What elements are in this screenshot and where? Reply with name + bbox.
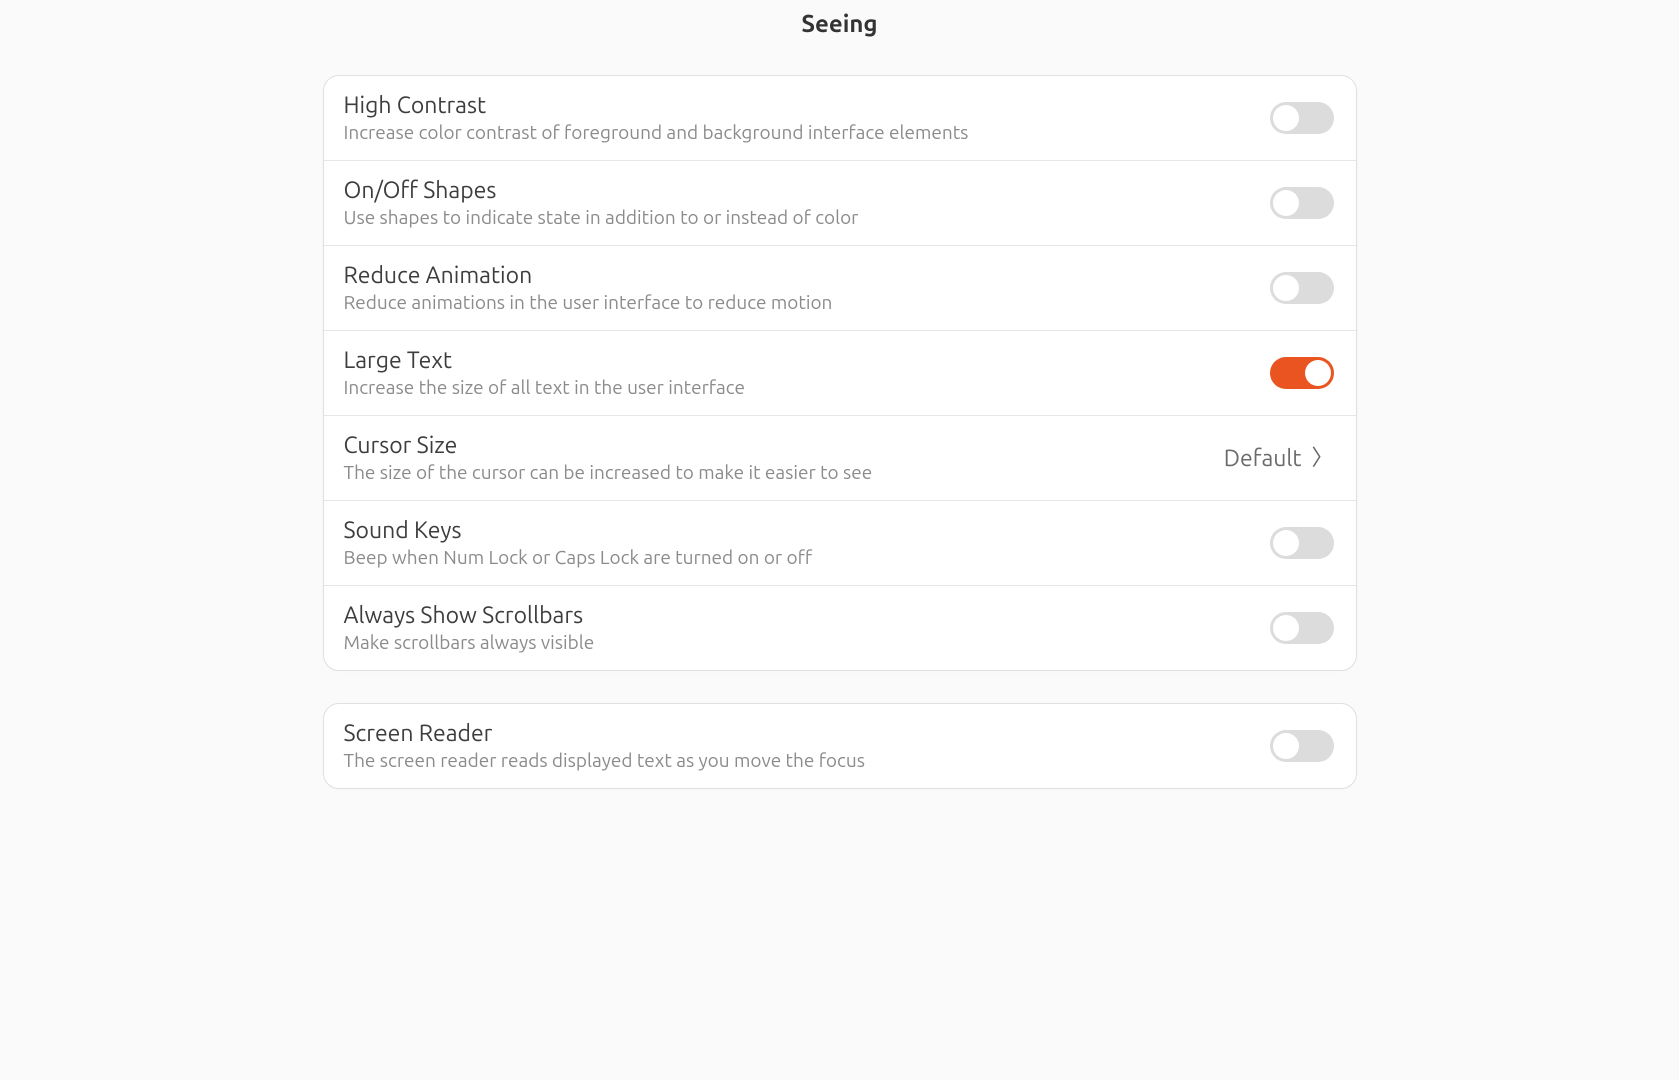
large-text-toggle[interactable] (1270, 357, 1334, 389)
settings-group-screen-reader: Screen Reader The screen reader reads di… (323, 703, 1357, 789)
large-text-row[interactable]: Large Text Increase the size of all text… (324, 331, 1356, 416)
row-text: Large Text Increase the size of all text… (344, 348, 1270, 398)
row-text: Always Show Scrollbars Make scrollbars a… (344, 603, 1270, 653)
row-subtitle: The screen reader reads displayed text a… (344, 749, 1270, 771)
toggle-knob (1273, 733, 1299, 759)
row-text: Cursor Size The size of the cursor can b… (344, 433, 1224, 483)
row-title: On/Off Shapes (344, 178, 1270, 203)
row-title: High Contrast (344, 93, 1270, 118)
row-title: Screen Reader (344, 721, 1270, 746)
row-text: Screen Reader The screen reader reads di… (344, 721, 1270, 771)
row-text: Sound Keys Beep when Num Lock or Caps Lo… (344, 518, 1270, 568)
toggle-knob (1273, 615, 1299, 641)
sound-keys-row[interactable]: Sound Keys Beep when Num Lock or Caps Lo… (324, 501, 1356, 586)
always-show-scrollbars-row[interactable]: Always Show Scrollbars Make scrollbars a… (324, 586, 1356, 670)
row-subtitle: Beep when Num Lock or Caps Lock are turn… (344, 546, 1270, 568)
row-subtitle: Increase color contrast of foreground an… (344, 121, 1270, 143)
row-text: Reduce Animation Reduce animations in th… (344, 263, 1270, 313)
toggle-knob (1273, 275, 1299, 301)
row-text: High Contrast Increase color contrast of… (344, 93, 1270, 143)
chevron-right-icon: 〉 (1311, 447, 1333, 469)
reduce-animation-row[interactable]: Reduce Animation Reduce animations in th… (324, 246, 1356, 331)
high-contrast-toggle[interactable] (1270, 102, 1334, 134)
toggle-knob (1273, 530, 1299, 556)
row-subtitle: The size of the cursor can be increased … (344, 461, 1224, 483)
settings-group-seeing: High Contrast Increase color contrast of… (323, 75, 1357, 671)
row-title: Always Show Scrollbars (344, 603, 1270, 628)
row-text: On/Off Shapes Use shapes to indicate sta… (344, 178, 1270, 228)
row-title: Sound Keys (344, 518, 1270, 543)
on-off-shapes-row[interactable]: On/Off Shapes Use shapes to indicate sta… (324, 161, 1356, 246)
reduce-animation-toggle[interactable] (1270, 272, 1334, 304)
page-title: Seeing (0, 0, 1679, 75)
row-subtitle: Make scrollbars always visible (344, 631, 1270, 653)
cursor-size-value: Default (1224, 446, 1302, 471)
screen-reader-row[interactable]: Screen Reader The screen reader reads di… (324, 704, 1356, 788)
row-subtitle: Reduce animations in the user interface … (344, 291, 1270, 313)
settings-container: High Contrast Increase color contrast of… (323, 75, 1357, 789)
toggle-knob (1273, 105, 1299, 131)
cursor-size-row[interactable]: Cursor Size The size of the cursor can b… (324, 416, 1356, 501)
toggle-knob (1273, 190, 1299, 216)
high-contrast-row[interactable]: High Contrast Increase color contrast of… (324, 76, 1356, 161)
cursor-size-select[interactable]: Default 〉 (1224, 446, 1334, 471)
on-off-shapes-toggle[interactable] (1270, 187, 1334, 219)
screen-reader-toggle[interactable] (1270, 730, 1334, 762)
row-title: Reduce Animation (344, 263, 1270, 288)
row-subtitle: Use shapes to indicate state in addition… (344, 206, 1270, 228)
row-title: Cursor Size (344, 433, 1224, 458)
sound-keys-toggle[interactable] (1270, 527, 1334, 559)
toggle-knob (1305, 360, 1331, 386)
row-subtitle: Increase the size of all text in the use… (344, 376, 1270, 398)
row-title: Large Text (344, 348, 1270, 373)
always-show-scrollbars-toggle[interactable] (1270, 612, 1334, 644)
